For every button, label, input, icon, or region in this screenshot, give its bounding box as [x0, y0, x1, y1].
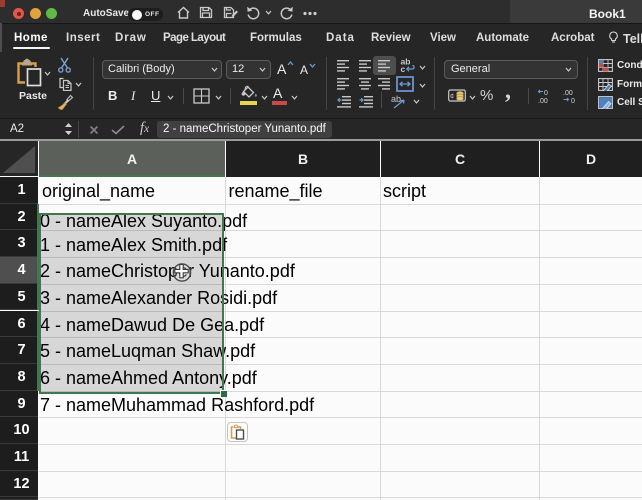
svg-text:0: 0 [571, 98, 575, 104]
svg-text:.00: .00 [563, 90, 573, 97]
svg-text:.00: .00 [538, 98, 548, 104]
svg-text:ab: ab [391, 94, 401, 104]
svg-text:0: 0 [544, 90, 548, 97]
svg-text:c: c [401, 64, 406, 73]
svg-text:¢: ¢ [450, 92, 454, 101]
